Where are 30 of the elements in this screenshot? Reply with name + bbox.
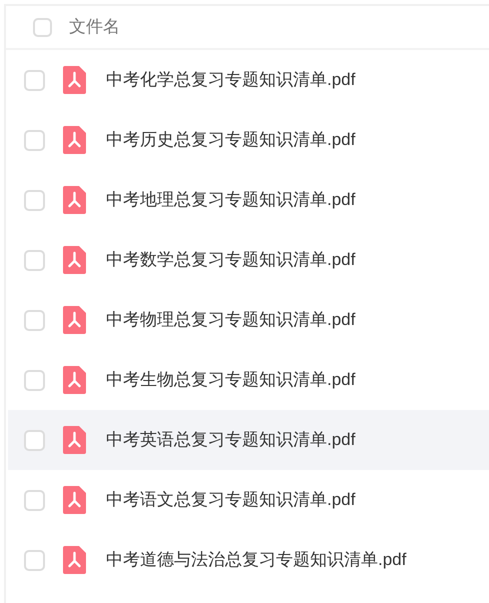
- file-name: 中考地理总复习专题知识清单.pdf: [106, 189, 356, 212]
- file-name: 中考化学总复习专题知识清单.pdf: [106, 69, 356, 92]
- file-name: 中考生物总复习专题知识清单.pdf: [106, 369, 356, 392]
- file-row[interactable]: 中考英语总复习专题知识清单.pdf: [8, 410, 489, 470]
- pdf-file-icon: [63, 546, 86, 574]
- checkbox[interactable]: [24, 370, 45, 390]
- pdf-file-icon: [63, 486, 86, 514]
- column-header: 文件名: [69, 16, 120, 38]
- pdf-file-icon: [63, 306, 86, 334]
- pdf-file-icon: [63, 126, 86, 154]
- checkbox[interactable]: [24, 310, 45, 330]
- pdf-file-icon: [63, 66, 86, 94]
- checkbox[interactable]: [24, 70, 45, 90]
- checkbox[interactable]: [24, 430, 45, 450]
- file-name: 中考道德与法治总复习专题知识清单.pdf: [106, 549, 406, 572]
- pdf-file-icon: [63, 186, 86, 214]
- checkbox[interactable]: [24, 190, 45, 210]
- pdf-file-icon: [63, 426, 86, 454]
- pdf-file-icon: [63, 366, 86, 394]
- checkbox[interactable]: [24, 490, 45, 510]
- checkbox[interactable]: [24, 550, 45, 570]
- checkbox[interactable]: [33, 18, 52, 36]
- checkbox[interactable]: [24, 250, 45, 270]
- file-name: 中考英语总复习专题知识清单.pdf: [106, 429, 356, 452]
- file-name: 中考物理总复习专题知识清单.pdf: [106, 309, 356, 332]
- pdf-file-icon: [63, 246, 86, 274]
- file-name: 中考数学总复习专题知识清单.pdf: [106, 249, 356, 272]
- checkbox[interactable]: [24, 130, 45, 150]
- file-name: 中考历史总复习专题知识清单.pdf: [106, 129, 356, 152]
- file-name: 中考语文总复习专题知识清单.pdf: [106, 489, 356, 512]
